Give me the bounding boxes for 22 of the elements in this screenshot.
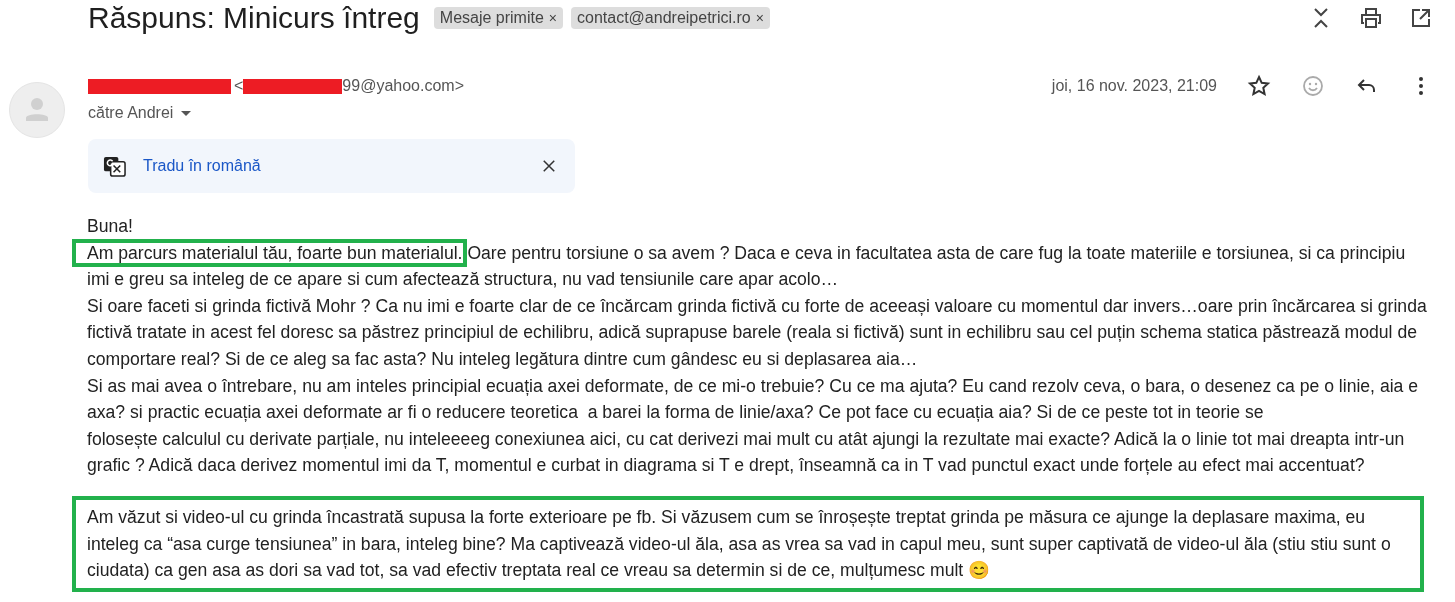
translate-icon: [103, 154, 126, 178]
translate-link[interactable]: Tradu în română: [143, 157, 261, 175]
paragraph-text: folosește calculul cu derivate parțiale, nu inteleeeeg conexiunea aici, cu cat derivezi mai mult cu atât ajungi la rezultate mai exacte? Adică la o linie tot mai dreapta intr-un grafic ? Adică daca derivez momentul imi da T, momentul e curbat in diagrama si T e drept, înseamnă ca in T vad punctul exact unde forțele au efect mai accentuat?: [87, 427, 1406, 478]
remove-label-button[interactable]: ×: [755, 10, 764, 26]
email-address-text: <: [234, 77, 244, 95]
open-new-window-icon[interactable]: [1409, 6, 1433, 30]
label-text: Mesaje primite: [439, 9, 544, 27]
remove-label-button[interactable]: ×: [548, 10, 558, 26]
email-address-text: 99@yahoo.com>: [342, 77, 464, 95]
close-icon[interactable]: [540, 157, 558, 175]
print-icon[interactable]: [1359, 6, 1383, 30]
label-text: contact@andreipetrici.ro: [577, 9, 751, 27]
recipient-text: către Andrei: [88, 104, 174, 122]
email-subject: Răspuns: Minicurs întreg: [88, 1, 420, 35]
paragraph-text: Am parcurs materialul tău, foarte bun materialul. Oare pentru torsiune o sa avem ? Daca e ceva in facultatea asta de care fug la toate materiile e torsiunea, si ca principiu imi e greu sa inteleg de ce apare si cum afectează structura, nu vad tensiunile care apar acolo…: [87, 241, 1407, 292]
avatar-icon: [9, 82, 65, 138]
email-date: joi, 16 nov. 2023, 21:09: [1051, 77, 1217, 95]
dropdown-caret-icon[interactable]: [181, 110, 192, 116]
paragraph-text: Am văzut si video-ul cu grinda încastrată supusa la forte exterioare pe fb. Si văzusem cum se înroșește treptat grinda pe măsura ce ajunge la deplasare maxima, eu inteleg ca “asa curge tensiunea” in bara, inteleg bine? Ma captivează video-ul ăla, asa as vrea sa vad in capul meu, sunt super captivată de video-ul ăla (stiu stiu sunt o ciudata) ca gen asa as dori sa vad tot, sa vad efectiv treptata real ce vreau sa determin si de ce, mulțumesc mult 😊: [87, 505, 1392, 583]
paragraph-text: Buna!: [87, 215, 134, 238]
paragraph-text: Si oare faceti si grinda fictivă Mohr ? Ca nu imi e foarte clar de ce încărcam grinda fictivă cu forte de aceeași valoare cu momentul dar invers…oare prin încărcarea si grinda fictivă tratate in acest fel doresc sa păstrez principiul de echilibru, adică suprapuse barele (reala si fictivă) sunt in echilibru sau cel puțin schema statica păstrează modul de comportare real? Si de ce aleg sa fac asta? Nu inteleg legătura dintre cum gândesc eu si deplasarea aia…: [87, 294, 1428, 371]
star-icon[interactable]: [1247, 74, 1271, 98]
